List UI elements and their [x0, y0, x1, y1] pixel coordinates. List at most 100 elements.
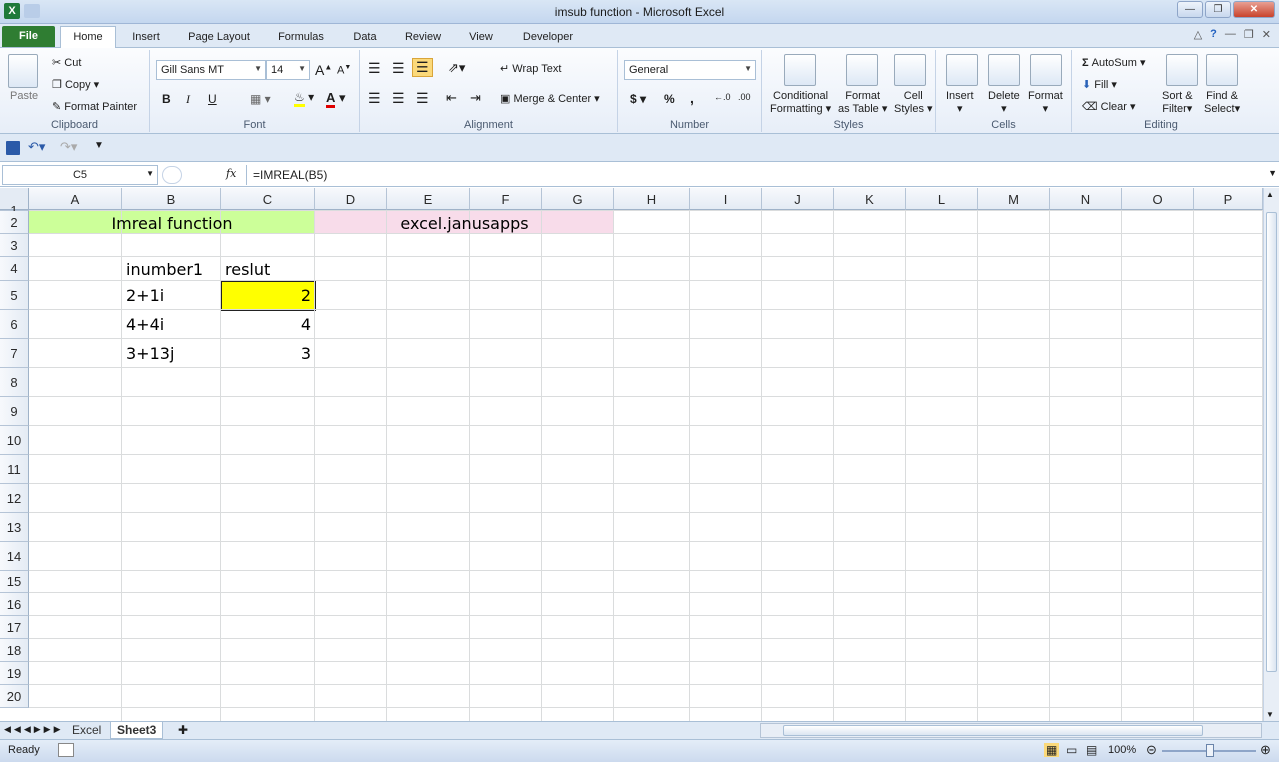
- column-header-m[interactable]: M: [978, 188, 1050, 210]
- vertical-scroll-thumb[interactable]: [1266, 212, 1277, 672]
- help-icon[interactable]: ?: [1210, 28, 1217, 41]
- column-header-d[interactable]: D: [315, 188, 387, 210]
- horizontal-scroll-thumb[interactable]: [783, 725, 1203, 736]
- column-header-o[interactable]: O: [1122, 188, 1194, 210]
- row-header-19[interactable]: 19: [0, 662, 29, 685]
- align-middle-icon[interactable]: ☰: [392, 60, 405, 77]
- column-header-p[interactable]: P: [1194, 188, 1263, 210]
- brand-cell[interactable]: excel.janusapps: [315, 210, 614, 236]
- tab-developer[interactable]: Developer: [514, 28, 582, 48]
- fill-button[interactable]: ⬇ Fill ▾: [1082, 78, 1117, 91]
- zoom-out-icon[interactable]: ⊝: [1146, 742, 1157, 758]
- minimize-ribbon-icon[interactable]: △: [1194, 28, 1202, 41]
- row-header-6[interactable]: 6: [0, 310, 29, 339]
- save-icon[interactable]: [6, 141, 20, 155]
- row-header-18[interactable]: 18: [0, 639, 29, 662]
- paste-icon[interactable]: [8, 54, 38, 88]
- cut-button[interactable]: ✂ Cut: [52, 56, 81, 69]
- font-color-button[interactable]: A ▾: [326, 90, 346, 108]
- row-header-2[interactable]: 2: [0, 211, 29, 234]
- title-cell[interactable]: Imreal function: [29, 210, 315, 236]
- sheet-tab-excel[interactable]: Excel: [66, 722, 107, 739]
- row-header-12[interactable]: 12: [0, 484, 29, 513]
- expand-formula-bar-icon[interactable]: ▼: [1268, 168, 1277, 178]
- formula-input[interactable]: =IMREAL(B5): [246, 165, 1267, 185]
- shrink-font-button[interactable]: A▼: [337, 64, 351, 77]
- clear-button[interactable]: ⌫ Clear ▾: [1082, 100, 1136, 113]
- vertical-scrollbar[interactable]: ▲ ▼: [1263, 188, 1279, 721]
- align-top-icon[interactable]: ☰: [368, 60, 381, 77]
- cell-styles-button[interactable]: Cell Styles ▾: [894, 90, 933, 116]
- delete-cells-button[interactable]: Delete ▾: [988, 90, 1020, 116]
- align-bottom-icon[interactable]: ☰: [412, 58, 433, 77]
- undo-icon[interactable]: ↶▾: [28, 139, 45, 155]
- scroll-down-icon[interactable]: ▼: [1266, 710, 1274, 719]
- row-header-13[interactable]: 13: [0, 513, 29, 542]
- column-header-l[interactable]: L: [906, 188, 978, 210]
- tab-file[interactable]: File: [2, 26, 55, 47]
- cell-b4[interactable]: inumber1: [122, 257, 221, 281]
- decrease-decimal-icon[interactable]: .00: [738, 92, 751, 102]
- name-box[interactable]: C5 ▼: [2, 165, 158, 185]
- font-name-select[interactable]: Gill Sans MT ▼: [156, 60, 266, 80]
- redo-icon[interactable]: ↷▾: [60, 139, 77, 155]
- page-break-view-icon[interactable]: ▤: [1086, 743, 1097, 757]
- tab-formulas[interactable]: Formulas: [270, 28, 332, 48]
- tab-review[interactable]: Review: [398, 28, 448, 48]
- orientation-icon[interactable]: ⇗▾: [448, 60, 465, 76]
- tab-page-layout[interactable]: Page Layout: [180, 28, 258, 48]
- fill-color-button[interactable]: ♨ ▾: [294, 90, 314, 107]
- grow-font-button[interactable]: A▲: [315, 62, 332, 78]
- column-header-a[interactable]: A: [29, 188, 122, 210]
- align-left-icon[interactable]: ☰: [368, 90, 381, 107]
- column-header-k[interactable]: K: [834, 188, 906, 210]
- formula-bar-handle[interactable]: [162, 166, 182, 184]
- zoom-level[interactable]: 100%: [1108, 744, 1136, 756]
- bold-button[interactable]: B: [162, 92, 171, 106]
- find-select-button[interactable]: Find & Select▾: [1204, 90, 1240, 116]
- macro-record-icon[interactable]: [58, 743, 74, 757]
- column-header-h[interactable]: H: [614, 188, 690, 210]
- format-as-table-button[interactable]: Format as Table ▾: [838, 90, 887, 116]
- wrap-text-button[interactable]: ↵ Wrap Text: [500, 62, 561, 75]
- row-header-14[interactable]: 14: [0, 542, 29, 571]
- percent-button[interactable]: %: [664, 92, 675, 106]
- row-header-5[interactable]: 5: [0, 281, 29, 310]
- comma-button[interactable]: ,: [690, 90, 694, 106]
- column-header-i[interactable]: I: [690, 188, 762, 210]
- currency-button[interactable]: $ ▾: [630, 92, 646, 106]
- paste-button[interactable]: Paste: [10, 90, 38, 102]
- horizontal-scrollbar[interactable]: [760, 723, 1262, 738]
- merge-center-button[interactable]: ▣ Merge & Center ▾: [500, 92, 600, 105]
- column-header-g[interactable]: G: [542, 188, 614, 210]
- column-header-j[interactable]: J: [762, 188, 834, 210]
- tab-view[interactable]: View: [460, 28, 502, 48]
- autosum-button[interactable]: Σ AutoSum ▾: [1082, 56, 1146, 69]
- close-button[interactable]: ✕: [1233, 1, 1275, 18]
- column-header-f[interactable]: F: [470, 188, 542, 210]
- sheet-tab-sheet3[interactable]: Sheet3: [110, 722, 164, 739]
- decrease-indent-icon[interactable]: ⇤: [446, 90, 457, 106]
- cell-b5[interactable]: 2+1i: [122, 281, 221, 310]
- scroll-up-icon[interactable]: ▲: [1266, 190, 1274, 199]
- align-right-icon[interactable]: ☰: [416, 90, 429, 107]
- row-header-15[interactable]: 15: [0, 571, 29, 593]
- cell-c4[interactable]: reslut: [221, 257, 315, 281]
- sheet-nav-icons[interactable]: ◀◀◀▶▶▶: [4, 724, 64, 735]
- page-layout-view-icon[interactable]: ▭: [1066, 743, 1077, 757]
- cell-b7[interactable]: 3+13j: [122, 339, 221, 368]
- sort-filter-button[interactable]: Sort & Filter▾: [1162, 90, 1193, 116]
- row-header-16[interactable]: 16: [0, 593, 29, 616]
- workbook-minimize-icon[interactable]: —: [1225, 28, 1236, 41]
- row-header-10[interactable]: 10: [0, 426, 29, 455]
- column-header-b[interactable]: B: [122, 188, 221, 210]
- worksheet-grid[interactable]: ABCDEFGHIJKLMNOP123456789101112131415161…: [0, 188, 1263, 721]
- increase-indent-icon[interactable]: ⇥: [470, 90, 481, 106]
- underline-button[interactable]: U: [208, 92, 217, 106]
- zoom-slider-thumb[interactable]: [1206, 744, 1214, 757]
- number-format-select[interactable]: General ▼: [624, 60, 756, 80]
- row-header-7[interactable]: 7: [0, 339, 29, 368]
- workbook-restore-icon[interactable]: ❐: [1244, 28, 1254, 41]
- row-header-11[interactable]: 11: [0, 455, 29, 484]
- row-header-17[interactable]: 17: [0, 616, 29, 639]
